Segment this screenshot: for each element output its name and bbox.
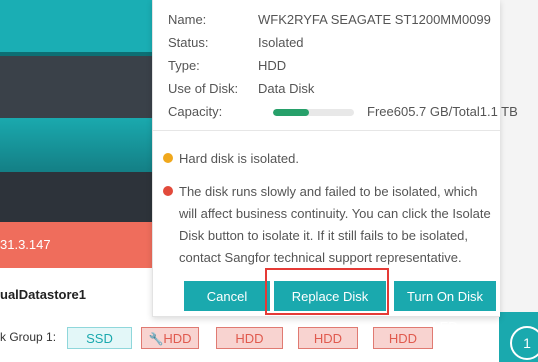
status-value: Isolated (258, 35, 304, 50)
notice-text: Hard disk is isolated. (179, 151, 299, 166)
capacity-label: Capacity: (168, 104, 223, 119)
divider (153, 130, 500, 131)
use-row: Use of Disk: Data Disk (168, 81, 314, 96)
disk-group-label: k Group 1: (0, 330, 57, 344)
name-row: Name: WFK2RYFA SEAGATE ST1200MM0099 (168, 12, 491, 27)
page-badge[interactable]: 1 (510, 326, 538, 360)
name-label: Name: (168, 12, 207, 27)
capacity-row: Capacity: Free605.7 GB/Total1.1 TB (168, 104, 518, 122)
disk-ssd-label: SSD (86, 331, 113, 346)
status-label: Status: (168, 35, 209, 50)
use-value: Data Disk (258, 81, 315, 96)
wrench-icon: 🔧 (148, 332, 164, 346)
disk-hdd[interactable]: HDD (216, 327, 283, 349)
disk-ssd[interactable]: SSD (67, 327, 132, 349)
cancel-button[interactable]: Cancel (184, 281, 270, 311)
error-dot-icon (163, 186, 173, 196)
bg-teal-band (0, 118, 160, 172)
highlight-box (265, 268, 389, 315)
disk-hdd[interactable]: HDD (298, 327, 358, 349)
disk-hdd-label: HDD (388, 331, 418, 346)
type-label: Type: (168, 58, 200, 73)
notice-text: The disk runs slowly and failed to be is… (179, 184, 491, 265)
disk-hdd-label: HDD (313, 331, 343, 346)
ip-address-fragment: 31.3.147 (0, 237, 51, 252)
disk-hdd-isolated[interactable]: 🔧HDD (141, 327, 199, 349)
capacity-bar-fill (273, 109, 310, 116)
capacity-value: Free605.7 GB/Total1.1 TB (367, 104, 518, 119)
capacity-bar (273, 109, 354, 116)
notice-isolated: Hard disk is isolated. (163, 148, 493, 170)
bg-dark-band-2 (0, 172, 160, 222)
warning-dot-icon (163, 153, 173, 163)
disk-hdd-label: HDD (235, 331, 264, 346)
bg-teal-header (0, 0, 160, 52)
name-value: WFK2RYFA SEAGATE ST1200MM0099 (258, 12, 491, 27)
use-label: Use of Disk: (168, 81, 239, 96)
disk-hdd[interactable]: HDD (373, 327, 433, 349)
turn-on-disk-led-button[interactable]: Turn On Disk LED (394, 281, 496, 334)
notice-failed: The disk runs slowly and failed to be is… (163, 181, 493, 269)
type-value: HDD (258, 58, 287, 73)
type-row: Type: HDD (168, 58, 286, 73)
right-scroll-strip (499, 0, 538, 362)
datastore-name: ualDatastore1 (0, 287, 86, 302)
disk-hdd-label: HDD (163, 331, 192, 346)
bg-dark-band (0, 56, 160, 118)
status-row: Status: Isolated (168, 35, 304, 50)
